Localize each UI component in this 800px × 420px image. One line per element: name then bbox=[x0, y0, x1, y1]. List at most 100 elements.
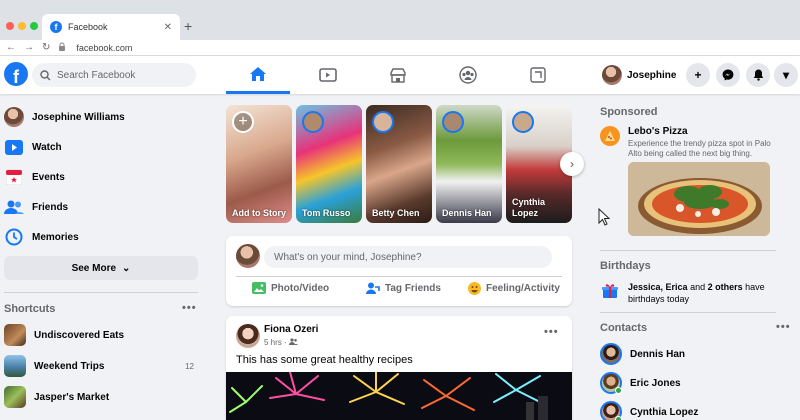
avatar[interactable] bbox=[236, 324, 260, 348]
groups-icon bbox=[459, 66, 477, 84]
contact-name: Eric Jones bbox=[630, 377, 681, 389]
avatar bbox=[442, 111, 464, 133]
clock-icon bbox=[4, 227, 24, 247]
story-name: Add to Story bbox=[232, 207, 286, 218]
sponsored-image[interactable] bbox=[628, 162, 770, 236]
avatar bbox=[602, 65, 622, 85]
story-name: Betty Chen bbox=[372, 207, 420, 218]
action-label: Photo/Video bbox=[271, 282, 330, 294]
tab-marketplace[interactable] bbox=[366, 56, 430, 94]
post-author[interactable]: Fiona Ozeri bbox=[264, 324, 318, 335]
tag-friends-button[interactable]: Tag Friends bbox=[366, 282, 441, 294]
sidebar-item-memories[interactable]: Memories bbox=[4, 224, 200, 250]
sidebar-item-profile[interactable]: Josephine Williams bbox=[4, 104, 200, 130]
close-window-button[interactable] bbox=[6, 22, 14, 30]
mouse-cursor-icon bbox=[598, 207, 611, 229]
minimize-window-button[interactable] bbox=[18, 22, 26, 30]
reload-icon[interactable]: ↻ bbox=[42, 42, 50, 53]
avatar bbox=[4, 107, 24, 127]
shortcuts-title: Shortcuts bbox=[4, 303, 56, 315]
chevron-down-icon: ⌄ bbox=[122, 262, 131, 274]
story-card[interactable]: Dennis Han bbox=[436, 105, 502, 223]
contact-item[interactable]: Eric Jones bbox=[600, 371, 681, 395]
sidebar-item-watch[interactable]: Watch bbox=[4, 134, 200, 160]
sponsor-name[interactable]: Lebo's Pizza bbox=[628, 126, 688, 137]
pizza-icon bbox=[605, 131, 615, 141]
sidebar-item-label: Friends bbox=[32, 201, 69, 213]
birthday-names[interactable]: Jessica, Erica bbox=[628, 282, 688, 292]
contact-item[interactable]: Dennis Han bbox=[600, 342, 685, 366]
composer-input[interactable]: What's on your mind, Josephine? bbox=[264, 246, 552, 268]
back-arrow-icon[interactable]: ← bbox=[6, 42, 16, 53]
profile-button[interactable]: Josephine bbox=[598, 63, 684, 87]
story-name: Cynthia Lopez bbox=[512, 197, 546, 218]
sponsor-description: Experience the trendy pizza spot in Palo… bbox=[628, 139, 771, 159]
sidebar-item-label: Josephine Williams bbox=[32, 111, 125, 123]
smiley-icon bbox=[468, 282, 481, 295]
sponsored-title: Sponsored bbox=[600, 106, 658, 118]
feeling-activity-button[interactable]: Feeling/Activity bbox=[468, 282, 560, 295]
avatar bbox=[600, 372, 622, 394]
online-status-dot bbox=[615, 387, 622, 394]
search-input[interactable] bbox=[57, 69, 177, 81]
profile-name: Josephine bbox=[627, 69, 677, 81]
shortcut-thumbnail bbox=[4, 355, 26, 377]
search-icon bbox=[40, 69, 51, 80]
shortcut-label: Undiscovered Eats bbox=[34, 329, 125, 341]
photo-video-button[interactable]: Photo/Video bbox=[252, 282, 329, 294]
brand-logo[interactable] bbox=[600, 126, 620, 146]
avatar bbox=[236, 244, 260, 268]
chevron-right-icon: › bbox=[570, 157, 574, 171]
tag-friends-icon bbox=[366, 282, 380, 294]
contact-name: Cynthia Lopez bbox=[630, 406, 699, 418]
close-tab-icon[interactable]: ✕ bbox=[164, 22, 172, 33]
tab-home[interactable] bbox=[226, 56, 290, 94]
post-image[interactable] bbox=[226, 372, 572, 420]
tab-watch[interactable] bbox=[296, 56, 360, 94]
more-options-icon[interactable]: ••• bbox=[182, 302, 197, 314]
browser-tab-bar: f Facebook ✕ + bbox=[0, 0, 800, 40]
avatar bbox=[600, 401, 622, 420]
new-tab-button[interactable]: + bbox=[184, 18, 192, 34]
shortcut-item[interactable]: Jasper's Market bbox=[4, 384, 200, 410]
sidebar-item-events[interactable]: Events bbox=[4, 164, 200, 190]
contact-item[interactable]: Cynthia Lopez bbox=[600, 400, 698, 420]
birthdays-title: Birthdays bbox=[600, 260, 651, 272]
facebook-logo[interactable]: f bbox=[4, 62, 28, 86]
calendar-icon bbox=[4, 167, 24, 187]
avatar bbox=[600, 343, 622, 365]
account-menu-button[interactable]: ▾ bbox=[774, 63, 798, 87]
shortcut-item[interactable]: Undiscovered Eats bbox=[4, 322, 200, 348]
avatar bbox=[372, 111, 394, 133]
url-input[interactable]: facebook.com bbox=[76, 43, 132, 53]
marketplace-icon bbox=[390, 67, 406, 83]
post-options-icon[interactable]: ••• bbox=[544, 326, 559, 338]
gaming-icon bbox=[530, 67, 546, 83]
stories-next-button[interactable]: › bbox=[560, 152, 584, 176]
story-card[interactable]: Betty Chen bbox=[366, 105, 432, 223]
friends-icon bbox=[4, 197, 24, 217]
search-box[interactable] bbox=[32, 63, 196, 87]
chevron-down-icon: ▾ bbox=[782, 68, 790, 82]
story-card-add[interactable]: + Add to Story bbox=[226, 105, 292, 223]
tab-groups[interactable] bbox=[436, 56, 500, 94]
notifications-button[interactable] bbox=[746, 63, 770, 87]
shortcut-item[interactable]: Weekend Trips 12 bbox=[4, 353, 200, 379]
create-button[interactable]: + bbox=[686, 63, 710, 87]
photo-icon bbox=[252, 282, 266, 294]
sidebar-item-friends[interactable]: Friends bbox=[4, 194, 200, 220]
see-more-button[interactable]: See More ⌄ bbox=[4, 256, 198, 280]
birthday-others[interactable]: 2 others bbox=[708, 282, 743, 292]
tab-gaming[interactable] bbox=[506, 56, 570, 94]
left-sidebar: Josephine Williams Watch Events Friends … bbox=[0, 94, 205, 420]
contacts-options-icon[interactable]: ••• bbox=[776, 321, 791, 333]
story-card[interactable]: Tom Russo bbox=[296, 105, 362, 223]
birthday-connector: and bbox=[687, 282, 708, 292]
plus-icon: + bbox=[694, 68, 702, 82]
messenger-button[interactable] bbox=[716, 63, 740, 87]
browser-tab[interactable]: f Facebook ✕ bbox=[42, 14, 180, 40]
action-label: Feeling/Activity bbox=[486, 283, 560, 294]
maximize-window-button[interactable] bbox=[30, 22, 38, 30]
shortcut-label: Jasper's Market bbox=[34, 391, 110, 403]
forward-arrow-icon[interactable]: → bbox=[24, 42, 34, 53]
